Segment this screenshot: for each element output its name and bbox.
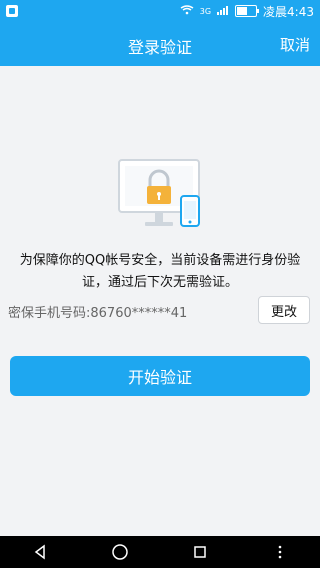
network-label: 3G xyxy=(199,6,212,16)
phone-number: 密保手机号码:86760******41 xyxy=(8,306,188,321)
change-phone-button[interactable]: 更改 xyxy=(258,296,310,324)
page-title: 登录验证 xyxy=(127,38,192,57)
device-lock-illustration xyxy=(117,158,209,236)
home-icon[interactable] xyxy=(102,536,138,568)
status-right: 3G 凌晨4:43 xyxy=(180,3,314,20)
status-bar: 3G 凌晨4:43 xyxy=(0,0,320,22)
main-content: 为保障你的QQ帐号安全，当前设备需进行身份验 证，通过后下次无需验证。 密保手机… xyxy=(0,66,320,536)
wifi-icon xyxy=(180,4,194,18)
start-verification-button[interactable]: 开始验证 xyxy=(10,356,310,396)
message-line-2: 证，通过后下次无需验证。 xyxy=(81,275,238,290)
cancel-button[interactable]: 取消 xyxy=(280,34,310,55)
clock: 凌晨4:43 xyxy=(263,4,314,19)
system-nav-bar xyxy=(0,536,320,568)
recents-icon[interactable] xyxy=(182,536,218,568)
battery-icon xyxy=(235,5,260,17)
status-left xyxy=(6,5,18,17)
message-line-1: 为保障你的QQ帐号安全，当前设备需进行身份验 xyxy=(19,253,301,268)
back-icon[interactable] xyxy=(22,536,58,568)
signal-icon xyxy=(217,4,229,18)
menu-icon[interactable] xyxy=(262,536,298,568)
app-bar: 登录验证 取消 xyxy=(0,22,320,66)
notification-icon xyxy=(6,5,18,17)
security-message: 为保障你的QQ帐号安全，当前设备需进行身份验 证，通过后下次无需验证。 xyxy=(10,250,310,294)
